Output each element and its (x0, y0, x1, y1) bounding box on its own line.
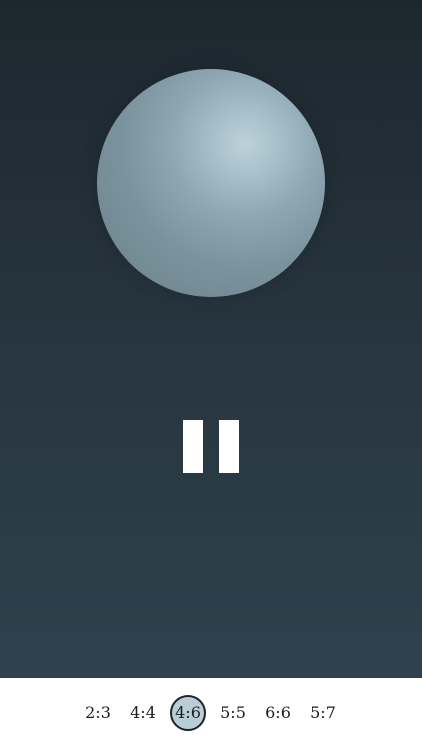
pause-icon-bar-right (219, 420, 239, 473)
ratio-option-5-5[interactable]: 5:5 (215, 695, 251, 731)
breathing-stage (0, 0, 422, 678)
breathing-ratio-selector: 2:3 4:4 4:6 5:5 6:6 5:7 (0, 678, 422, 750)
ratio-option-5-7[interactable]: 5:7 (305, 695, 341, 731)
pause-button[interactable] (183, 420, 239, 473)
pause-icon-bar-left (183, 420, 203, 473)
ratio-option-4-4[interactable]: 4:4 (125, 695, 161, 731)
ratio-options-list: 2:3 4:4 4:6 5:5 6:6 5:7 (0, 678, 422, 750)
breathing-app: 2:3 4:4 4:6 5:5 6:6 5:7 (0, 0, 422, 750)
ratio-option-4-6[interactable]: 4:6 (170, 695, 206, 731)
ratio-option-2-3[interactable]: 2:3 (80, 695, 116, 731)
breathing-orb (97, 69, 325, 297)
ratio-option-6-6[interactable]: 6:6 (260, 695, 296, 731)
